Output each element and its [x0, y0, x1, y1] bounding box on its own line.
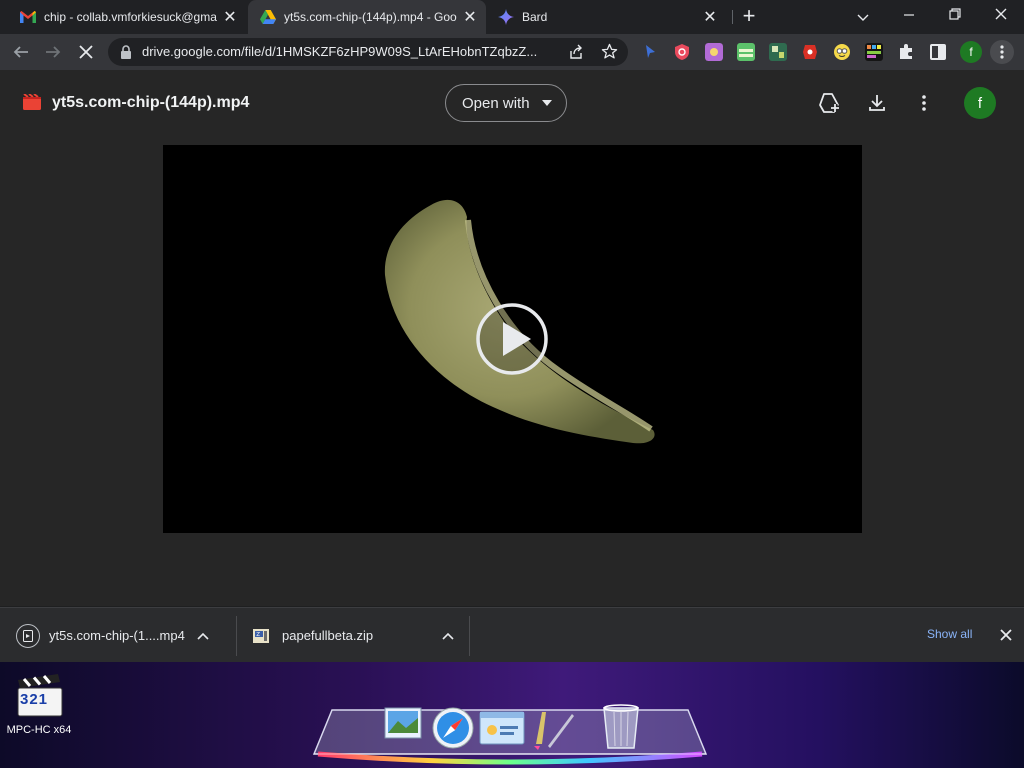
open-with-label: Open with — [462, 94, 530, 112]
side-panel-icon[interactable] — [929, 43, 947, 61]
tab-title: chip - collab.vmforkiesuck@gma — [44, 10, 217, 24]
tab-title: yt5s.com-chip-(144p).mp4 - Goo — [284, 10, 457, 24]
file-title: yt5s.com-chip-(144p).mp4 — [52, 94, 250, 111]
download-item[interactable]: Z papefullbeta.zip — [253, 608, 457, 663]
tab-search-chevron-icon[interactable] — [856, 10, 870, 24]
browser-toolbar: drive.google.com/file/d/1HMSKZF6zHP9W09S… — [0, 34, 1024, 70]
restore-icon[interactable] — [948, 7, 962, 21]
pixel-extension-icon[interactable] — [865, 43, 883, 61]
close-tab-icon[interactable]: ✕ — [460, 7, 480, 27]
drive-viewer: yt5s.com-chip-(144p).mp4 Open with f — [0, 70, 1024, 606]
close-tab-icon[interactable]: ✕ — [700, 7, 720, 27]
new-tab-button[interactable]: + — [738, 5, 760, 28]
trash-app-icon[interactable] — [600, 702, 642, 752]
pencil-tools-app-icon[interactable] — [528, 704, 578, 750]
browser-menu-icon[interactable] — [996, 44, 1008, 60]
lock-icon[interactable] — [120, 45, 132, 59]
download-icon[interactable] — [867, 93, 887, 113]
tab-gmail[interactable]: chip - collab.vmforkiesuck@gma ✕ — [8, 0, 246, 34]
shield-extension-icon[interactable] — [673, 43, 691, 61]
minion-extension-icon[interactable] — [833, 43, 851, 61]
show-all-link[interactable]: Show all — [927, 627, 972, 641]
forward-arrow-icon[interactable] — [44, 43, 62, 61]
mpc-hc-desktop-shortcut[interactable]: 321 MPC-HC x64 — [6, 670, 72, 752]
shelf-separator — [236, 616, 237, 656]
tab-separator — [732, 10, 733, 24]
play-button-icon[interactable] — [475, 302, 549, 376]
bookmark-star-icon[interactable] — [601, 43, 618, 60]
video-file-icon — [16, 623, 40, 648]
share-icon[interactable] — [568, 44, 584, 60]
download-shelf: yt5s.com-chip-(1....mp4 Z papefullbeta.z… — [0, 607, 1024, 662]
close-window-icon[interactable] — [994, 7, 1008, 21]
address-bar[interactable]: drive.google.com/file/d/1HMSKZF6zHP9W09S… — [108, 38, 628, 66]
close-shelf-icon[interactable] — [1000, 629, 1012, 641]
svg-text:Z: Z — [256, 632, 260, 638]
minimize-icon[interactable] — [902, 8, 916, 22]
shelf-separator — [469, 616, 470, 656]
download-filename: yt5s.com-chip-(1....mp4 — [49, 628, 185, 643]
stop-loading-icon[interactable] — [77, 43, 95, 61]
safari-app-icon[interactable] — [431, 706, 475, 750]
zip-file-icon: Z — [253, 628, 269, 643]
preview-app-icon[interactable] — [382, 704, 424, 746]
tab-bard[interactable]: Bard ✕ — [486, 0, 726, 34]
mpc-badge-text: 321 — [20, 691, 49, 708]
back-arrow-icon[interactable] — [12, 43, 30, 61]
cursor-extension-icon[interactable] — [641, 43, 659, 61]
bard-icon — [498, 9, 514, 25]
purple-extension-icon[interactable] — [705, 43, 723, 61]
dropdown-caret-icon — [541, 100, 552, 106]
tab-strip: chip - collab.vmforkiesuck@gma ✕ yt5s.co… — [0, 0, 1024, 34]
more-options-icon[interactable] — [918, 94, 930, 112]
desktop-icon-label: MPC-HC x64 — [6, 724, 72, 736]
google-drive-icon — [260, 10, 276, 24]
extensions-puzzle-icon[interactable] — [897, 43, 915, 61]
open-with-button[interactable]: Open with — [445, 84, 567, 122]
account-avatar[interactable]: f — [964, 87, 996, 119]
photo-extension-icon[interactable] — [769, 43, 787, 61]
green-extension-icon[interactable] — [737, 43, 755, 61]
chevron-up-icon[interactable] — [197, 632, 209, 640]
download-item[interactable]: yt5s.com-chip-(1....mp4 — [16, 608, 226, 663]
close-tab-icon[interactable]: ✕ — [220, 7, 240, 27]
tab-drive[interactable]: yt5s.com-chip-(144p).mp4 - Goo ✕ — [248, 0, 486, 34]
red-extension-icon[interactable] — [801, 43, 819, 61]
tab-title: Bard — [522, 10, 548, 24]
profile-avatar[interactable]: f — [960, 41, 982, 63]
desktop: 321 MPC-HC x64 — [0, 662, 1024, 768]
add-to-drive-icon[interactable] — [817, 92, 841, 114]
video-player[interactable] — [163, 145, 862, 533]
download-filename: papefullbeta.zip — [282, 628, 374, 643]
video-file-icon — [23, 94, 41, 110]
chevron-up-icon[interactable] — [442, 632, 454, 640]
gmail-icon — [20, 11, 36, 23]
finder-window-app-icon[interactable] — [478, 710, 526, 748]
url-text: drive.google.com/file/d/1HMSKZF6zHP9W09S… — [142, 44, 538, 59]
